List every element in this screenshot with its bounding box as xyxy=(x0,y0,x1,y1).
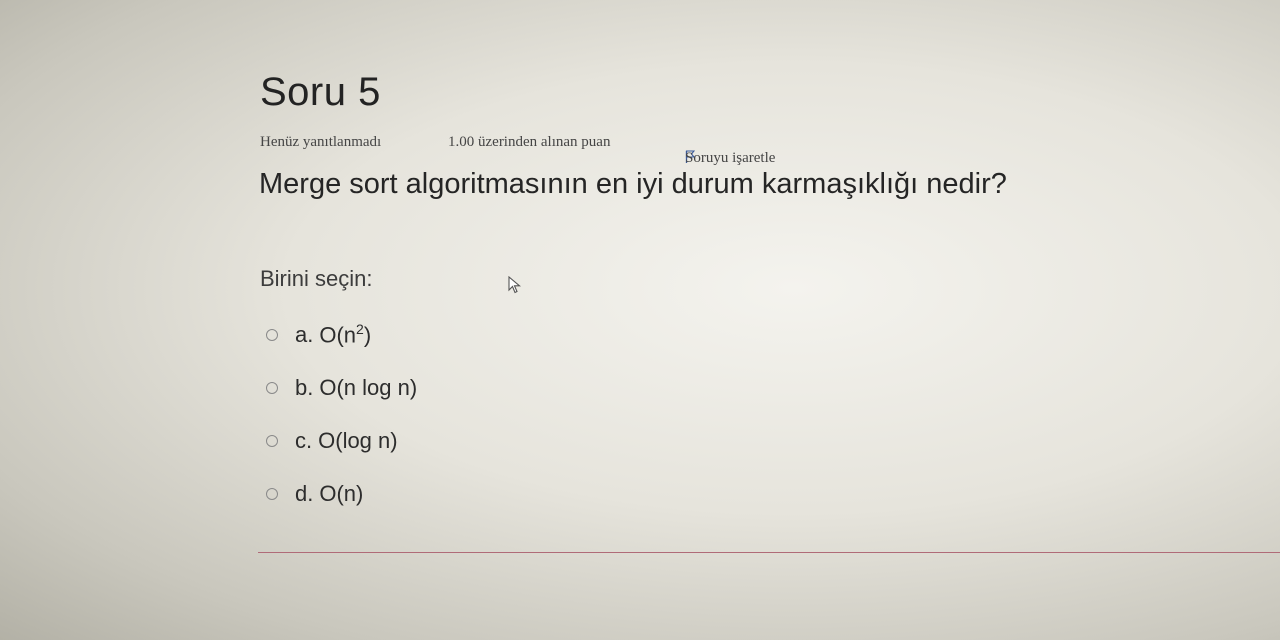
option-label-base: O(n xyxy=(319,322,357,348)
mouse-cursor-icon xyxy=(508,276,522,294)
radio-button-icon[interactable] xyxy=(266,381,278,394)
answer-options: a. O(n2) b. O(n log n) c. O(log n) d. O(… xyxy=(266,308,417,520)
option-label: O(n2) xyxy=(319,321,371,348)
option-label-end: ) xyxy=(363,322,372,348)
question-state: Henüz yanıtlanmadı xyxy=(260,134,382,150)
option-letter: b. xyxy=(295,374,314,400)
option-label: O(log n) xyxy=(318,427,398,453)
radio-button-icon[interactable] xyxy=(266,328,278,341)
section-divider xyxy=(258,552,1280,553)
quiz-page: Soru 5 Henüz yanıtlanmadı 1.00 üzerinden… xyxy=(0,0,1280,640)
question-grade: 1.00 üzerinden alınan puan xyxy=(448,134,611,150)
option-letter: c. xyxy=(295,427,313,453)
flag-question-label[interactable]: Soruyu işaretle xyxy=(685,150,775,167)
option-a[interactable]: a. O(n2) xyxy=(266,308,417,361)
option-c[interactable]: c. O(log n) xyxy=(266,414,417,467)
option-b[interactable]: b. O(n log n) xyxy=(266,361,417,414)
option-label: O(n) xyxy=(319,480,364,506)
option-label-exponent: 2 xyxy=(356,320,364,337)
question-title: Soru 5 xyxy=(260,70,381,114)
radio-button-icon[interactable] xyxy=(266,487,278,500)
answer-prompt: Birini seçin: xyxy=(260,266,373,291)
option-letter: d. xyxy=(295,480,314,506)
radio-button-icon[interactable] xyxy=(266,434,278,447)
question-text: Merge sort algoritmasının en iyi durum k… xyxy=(259,168,1007,200)
option-d[interactable]: d. O(n) xyxy=(266,467,417,520)
option-letter: a. xyxy=(295,321,314,347)
option-label: O(n log n) xyxy=(319,374,418,400)
